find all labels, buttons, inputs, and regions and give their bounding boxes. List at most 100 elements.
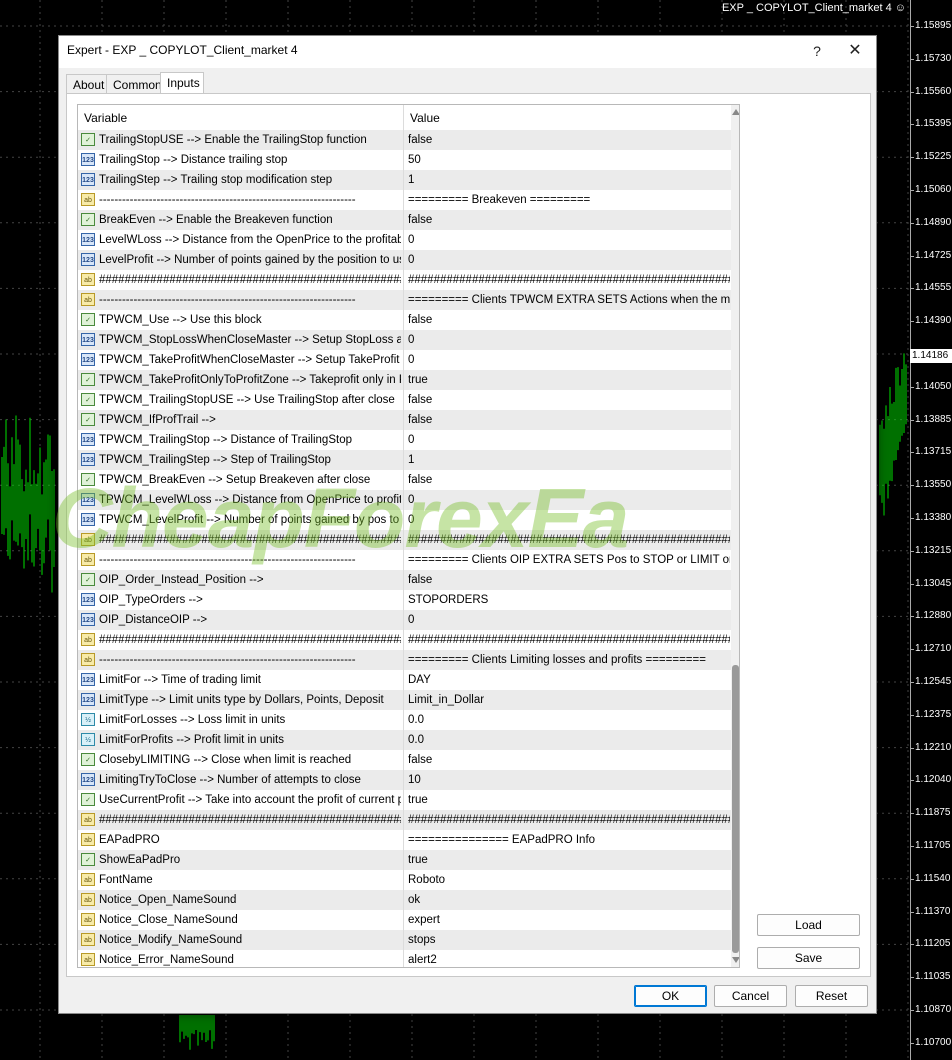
input-value[interactable]: false xyxy=(408,210,730,230)
input-value[interactable]: expert xyxy=(408,910,730,930)
input-value[interactable]: 0 xyxy=(408,510,730,530)
input-value[interactable]: false xyxy=(408,130,730,150)
input-value[interactable]: false xyxy=(408,750,730,770)
input-value[interactable]: ########################################… xyxy=(408,810,730,830)
grid-scrollbar[interactable] xyxy=(731,105,739,967)
input-row[interactable]: 123 OIP_TypeOrders --> STOPORDERS xyxy=(78,590,731,610)
scroll-thumb[interactable] xyxy=(732,665,739,953)
input-value[interactable]: 1 xyxy=(408,170,730,190)
input-row[interactable]: ab --------------------------------------… xyxy=(78,190,731,210)
input-row[interactable]: ab Notice_Error_NameSound alert2 xyxy=(78,950,731,967)
input-value[interactable]: 0 xyxy=(408,330,730,350)
input-row[interactable]: ab FontName Roboto xyxy=(78,870,731,890)
input-row[interactable]: 123 LevelProfit --> Number of points gain… xyxy=(78,250,731,270)
input-row[interactable]: ab ######################################… xyxy=(78,270,731,290)
tab-inputs[interactable]: Inputs xyxy=(160,72,204,95)
input-value[interactable]: ok xyxy=(408,890,730,910)
input-row[interactable]: 123 TPWCM_LevelProfit --> Number of point… xyxy=(78,510,731,530)
input-row[interactable]: 123 TPWCM_LevelWLoss --> Distance from Op… xyxy=(78,490,731,510)
help-button[interactable]: ? xyxy=(807,41,827,61)
close-button[interactable]: ✕ xyxy=(845,41,865,61)
input-row[interactable]: 123 LimitType --> Limit units type by Dol… xyxy=(78,690,731,710)
input-value[interactable]: false xyxy=(408,470,730,490)
input-row[interactable]: ✓ TPWCM_BreakEven --> Setup Breakeven aft… xyxy=(78,470,731,490)
input-row[interactable]: ab EAPadPRO =============== EAPadPRO Info xyxy=(78,830,731,850)
input-value[interactable]: =============== EAPadPRO Info xyxy=(408,830,730,850)
input-value[interactable]: Limit_in_Dollar xyxy=(408,690,730,710)
input-value[interactable]: 1 xyxy=(408,450,730,470)
input-row[interactable]: ½ LimitForLosses --> Loss limit in units 0… xyxy=(78,710,731,730)
input-value[interactable]: 50 xyxy=(408,150,730,170)
tab-about[interactable]: About xyxy=(66,74,107,94)
input-value[interactable]: ========= Clients Limiting losses and pr… xyxy=(408,650,730,670)
load-button[interactable]: Load xyxy=(757,914,860,936)
input-value[interactable]: STOPORDERS xyxy=(408,590,730,610)
input-value[interactable]: ========= Clients OIP EXTRA SETS Pos to … xyxy=(408,550,730,570)
input-value[interactable]: 0 xyxy=(408,490,730,510)
input-row[interactable]: ✓ TPWCM_TrailingStopUSE --> Use TrailingS… xyxy=(78,390,731,410)
cancel-button[interactable]: Cancel xyxy=(714,985,787,1007)
input-value[interactable]: 0.0 xyxy=(408,730,730,750)
input-value[interactable]: false xyxy=(408,410,730,430)
input-row[interactable]: ✓ UseCurrentProfit --> Take into account … xyxy=(78,790,731,810)
input-row[interactable]: ✓ ClosebyLIMITING --> Close when limit is… xyxy=(78,750,731,770)
input-row[interactable]: ✓ ShowEaPadPro true xyxy=(78,850,731,870)
input-value[interactable]: Roboto xyxy=(408,870,730,890)
input-value[interactable]: ########################################… xyxy=(408,630,730,650)
input-value[interactable]: 10 xyxy=(408,770,730,790)
input-value[interactable]: false xyxy=(408,570,730,590)
input-value[interactable]: ========= Clients TPWCM EXTRA SETS Actio… xyxy=(408,290,730,310)
input-row[interactable]: ab ######################################… xyxy=(78,530,731,550)
input-row[interactable]: ✓ OIP_Order_Instead_Position --> false xyxy=(78,570,731,590)
input-row[interactable]: ab Notice_Close_NameSound expert xyxy=(78,910,731,930)
input-value[interactable]: alert2 xyxy=(408,950,730,967)
input-value[interactable]: ========= Breakeven ========= xyxy=(408,190,730,210)
input-row[interactable]: ½ LimitForProfits --> Profit limit in uni… xyxy=(78,730,731,750)
input-value[interactable]: true xyxy=(408,850,730,870)
input-row[interactable]: 123 TPWCM_TrailingStep --> Step of Traili… xyxy=(78,450,731,470)
input-row[interactable]: ✓ TPWCM_IfProfTrail --> false xyxy=(78,410,731,430)
input-row[interactable]: ab --------------------------------------… xyxy=(78,290,731,310)
scroll-down-arrow-icon[interactable] xyxy=(732,957,739,963)
tab-common[interactable]: Common xyxy=(106,74,162,94)
scroll-up-arrow-icon[interactable] xyxy=(732,109,739,115)
reset-button[interactable]: Reset xyxy=(795,985,868,1007)
input-value[interactable]: 0 xyxy=(408,610,730,630)
input-value[interactable]: false xyxy=(408,390,730,410)
input-row[interactable]: 123 LimitFor --> Time of trading limit DAY xyxy=(78,670,731,690)
input-value[interactable]: 0 xyxy=(408,230,730,250)
save-button[interactable]: Save xyxy=(757,947,860,969)
input-row[interactable]: ✓ TPWCM_Use --> Use this block false xyxy=(78,310,731,330)
input-row[interactable]: ab ######################################… xyxy=(78,810,731,830)
input-row[interactable]: 123 TrailingStep --> Trailing stop modifi… xyxy=(78,170,731,190)
input-row[interactable]: ab --------------------------------------… xyxy=(78,550,731,570)
input-row[interactable]: 123 LevelWLoss --> Distance from the Open… xyxy=(78,230,731,250)
input-value[interactable]: 0.0 xyxy=(408,710,730,730)
column-header-variable[interactable]: Variable xyxy=(84,111,127,125)
input-row[interactable]: 123 OIP_DistanceOIP --> 0 xyxy=(78,610,731,630)
input-row[interactable]: ✓ BreakEven --> Enable the Breakeven func… xyxy=(78,210,731,230)
input-value[interactable]: 0 xyxy=(408,350,730,370)
input-value[interactable]: true xyxy=(408,370,730,390)
input-row[interactable]: 123 TPWCM_StopLossWhenCloseMaster --> Set… xyxy=(78,330,731,350)
input-value[interactable]: true xyxy=(408,790,730,810)
input-value[interactable]: stops xyxy=(408,930,730,950)
dialog-titlebar[interactable]: Expert - EXP _ COPYLOT_Client_market 4 ?… xyxy=(59,36,876,68)
input-row[interactable]: ab Notice_Modify_NameSound stops xyxy=(78,930,731,950)
column-divider[interactable] xyxy=(403,105,404,130)
input-value[interactable]: ########################################… xyxy=(408,530,730,550)
column-header-value[interactable]: Value xyxy=(410,111,440,125)
input-value[interactable]: DAY xyxy=(408,670,730,690)
input-row[interactable]: 123 TPWCM_TrailingStop --> Distance of Tr… xyxy=(78,430,731,450)
input-row[interactable]: ab Notice_Open_NameSound ok xyxy=(78,890,731,910)
input-row[interactable]: ✓ TrailingStopUSE --> Enable the Trailing… xyxy=(78,130,731,150)
input-value[interactable]: false xyxy=(408,310,730,330)
input-value[interactable]: 0 xyxy=(408,250,730,270)
input-row[interactable]: ab --------------------------------------… xyxy=(78,650,731,670)
input-row[interactable]: 123 LimitingTryToClose --> Number of atte… xyxy=(78,770,731,790)
input-value[interactable]: 0 xyxy=(408,430,730,450)
input-row[interactable]: ab ######################################… xyxy=(78,630,731,650)
ok-button[interactable]: OK xyxy=(634,985,707,1007)
input-row[interactable]: 123 TPWCM_TakeProfitWhenCloseMaster --> S… xyxy=(78,350,731,370)
input-row[interactable]: 123 TrailingStop --> Distance trailing st… xyxy=(78,150,731,170)
